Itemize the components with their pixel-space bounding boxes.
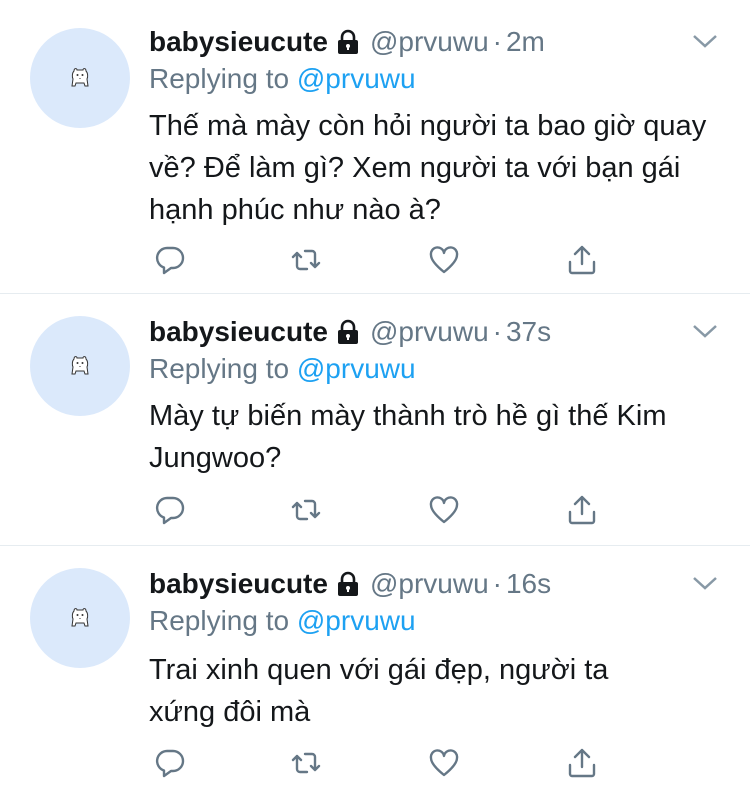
replying-prefix: Replying to xyxy=(149,605,290,636)
retweet-icon[interactable] xyxy=(288,242,324,278)
reply-icon[interactable] xyxy=(152,492,188,528)
tweet-text: Mày tự biến mày thành trò hề gì thế Kim … xyxy=(149,400,667,474)
avatar-bear-icon xyxy=(71,608,89,627)
timestamp[interactable]: 2m xyxy=(506,26,545,58)
retweet-icon[interactable] xyxy=(288,492,324,528)
lock-icon xyxy=(336,571,360,597)
replying-to-link[interactable]: @prvuwu xyxy=(297,353,416,384)
tweet-text: Trai xinh quen với gái đẹp, người ta xứn… xyxy=(149,654,609,728)
replying-to: Replying to @prvuwu xyxy=(149,63,416,95)
tweet-header: babysieucute @prvuwu · 2m xyxy=(149,24,545,60)
user-handle[interactable]: @prvuwu xyxy=(370,316,489,348)
tweet-actions xyxy=(150,242,610,278)
tweet-actions xyxy=(150,492,610,528)
user-handle[interactable]: @prvuwu xyxy=(370,568,489,600)
tweet[interactable]: babysieucute @prvuwu · 16s Replying to @… xyxy=(0,546,750,799)
avatar-bear-icon xyxy=(71,356,89,375)
replying-to-link[interactable]: @prvuwu xyxy=(297,605,416,636)
separator-dot: · xyxy=(492,26,502,57)
separator-dot: · xyxy=(492,316,502,347)
reply-icon[interactable] xyxy=(152,745,188,781)
chevron-down-icon[interactable] xyxy=(692,322,718,340)
timestamp[interactable]: 37s xyxy=(506,316,551,348)
tweet-actions xyxy=(150,745,610,781)
avatar[interactable] xyxy=(30,316,130,416)
tweet[interactable]: babysieucute @prvuwu · 2m Replying to @p… xyxy=(0,0,750,294)
replying-to-link[interactable]: @prvuwu xyxy=(297,63,416,94)
like-icon[interactable] xyxy=(426,242,462,278)
share-icon[interactable] xyxy=(564,242,600,278)
share-icon[interactable] xyxy=(564,745,600,781)
replying-to: Replying to @prvuwu xyxy=(149,605,416,637)
like-icon[interactable] xyxy=(426,745,462,781)
lock-icon xyxy=(336,29,360,55)
retweet-icon[interactable] xyxy=(288,745,324,781)
tweet-header: babysieucute @prvuwu · 16s xyxy=(149,566,551,602)
share-icon[interactable] xyxy=(564,492,600,528)
display-name[interactable]: babysieucute xyxy=(149,568,328,600)
avatar[interactable] xyxy=(30,568,130,668)
lock-icon xyxy=(336,319,360,345)
tweet-text: Thế mà mày còn hỏi người ta bao giờ quay… xyxy=(149,110,707,226)
like-icon[interactable] xyxy=(426,492,462,528)
tweet[interactable]: babysieucute @prvuwu · 37s Replying to @… xyxy=(0,294,750,546)
tweet-header: babysieucute @prvuwu · 37s xyxy=(149,314,551,350)
chevron-down-icon[interactable] xyxy=(692,574,718,592)
timestamp[interactable]: 16s xyxy=(506,568,551,600)
avatar-bear-icon xyxy=(71,68,89,87)
replying-to: Replying to @prvuwu xyxy=(149,353,416,385)
replying-prefix: Replying to xyxy=(149,353,290,384)
chevron-down-icon[interactable] xyxy=(692,32,718,50)
display-name[interactable]: babysieucute xyxy=(149,26,328,58)
replying-prefix: Replying to xyxy=(149,63,290,94)
reply-icon[interactable] xyxy=(152,242,188,278)
tweet-timeline: babysieucute @prvuwu · 2m Replying to @p… xyxy=(0,0,750,799)
separator-dot: · xyxy=(492,568,502,599)
display-name[interactable]: babysieucute xyxy=(149,316,328,348)
user-handle[interactable]: @prvuwu xyxy=(370,26,489,58)
avatar[interactable] xyxy=(30,28,130,128)
